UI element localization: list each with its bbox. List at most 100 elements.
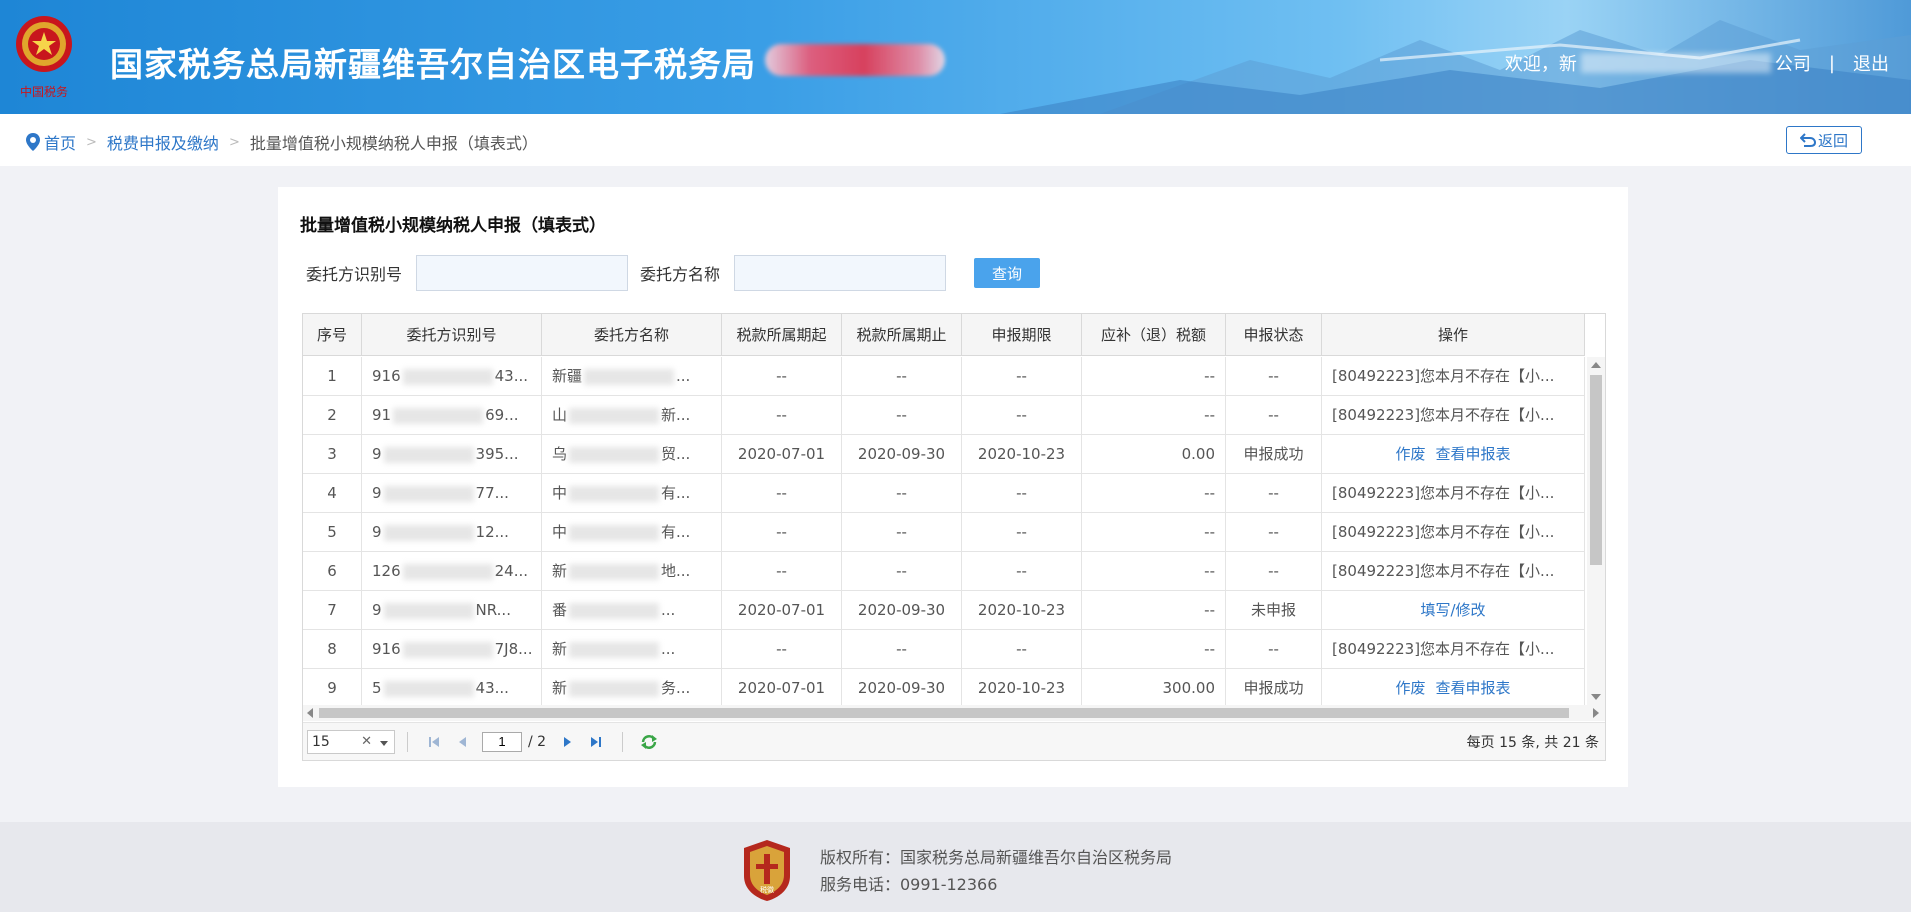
service-phone: 服务电话：0991-12366: [820, 875, 998, 894]
client-name-suffix: ...: [676, 367, 691, 385]
redacted-text: [569, 524, 660, 541]
column-header-period-start: 税款所属期起: [722, 314, 842, 356]
table-row: 1 916 43... 新疆... -- -- -- -- -- [80492223]您本月不存在…: [303, 357, 1585, 396]
table-row: 2 91 69... 山新... -- -- -- -- -- [80492223]您本月不存在【…: [303, 396, 1585, 435]
cell-deadline: --: [962, 396, 1082, 434]
scroll-down-icon[interactable]: [1591, 694, 1601, 700]
client-name-prefix: 新: [552, 562, 568, 580]
cell-client-name: 中 有...: [542, 513, 722, 551]
national-emblem-icon: 中国税务: [16, 16, 72, 99]
client-name-prefix: 乌: [552, 445, 568, 463]
redacted-text: [569, 563, 660, 580]
page-size-value: 15: [312, 733, 330, 750]
pager-divider: [622, 731, 624, 752]
breadcrumb: 首页 > 税费申报及缴纳 > 批量增值税小规模纳税人申报（填表式）: [26, 130, 538, 154]
redacted-text: [569, 407, 660, 424]
scroll-up-icon[interactable]: [1591, 362, 1601, 368]
redacted-text: [383, 485, 474, 502]
redacted-text: [569, 602, 660, 619]
query-button[interactable]: 查询: [974, 258, 1041, 288]
breadcrumb-separator: >: [86, 134, 97, 150]
cell-period-end: 2020-09-30: [842, 591, 962, 629]
svg-text:中国税务: 中国税务: [20, 84, 68, 99]
cell-seq: 6: [303, 552, 362, 590]
cell-client-name: 新 地...: [542, 552, 722, 590]
clear-icon[interactable]: ✕: [361, 734, 372, 749]
redacted-text: [402, 563, 493, 580]
redacted-text: [584, 368, 675, 385]
client-id-suffix: 77...: [475, 484, 509, 502]
client-name-prefix: 中: [552, 484, 568, 502]
grid-header: 序号 委托方识别号 委托方名称 税款所属期起 税款所属期止 申报期限 应补（退）…: [303, 314, 1585, 356]
pagination-bar: 15 ✕ / 2: [303, 722, 1605, 760]
site-title: 国家税务总局新疆维吾尔自治区电子税务局: [110, 45, 756, 84]
cell-period-end: --: [842, 474, 962, 512]
page-size-select[interactable]: 15 ✕: [307, 729, 395, 754]
view-declaration-link[interactable]: 查看申报表: [1436, 679, 1511, 697]
client-name-input[interactable]: [734, 255, 947, 291]
scroll-left-icon[interactable]: [307, 708, 313, 718]
cell-deadline: --: [962, 357, 1082, 395]
error-message: [80492223]您本月不存在【小...: [1322, 630, 1585, 668]
welcome-suffix: 公司: [1774, 54, 1811, 75]
void-link[interactable]: 作废: [1395, 445, 1425, 463]
redacted-text: [393, 407, 484, 424]
footer-text: 版权所有：国家税务总局新疆维吾尔自治区税务局 服务电话：0991-12366: [820, 844, 1172, 898]
grid-body: 1 916 43... 新疆... -- -- -- -- -- [80492223]您本月不存在…: [303, 357, 1585, 705]
cell-deadline: 2020-10-23: [962, 435, 1082, 473]
panel-title: 批量增值税小规模纳税人申报（填表式）: [300, 216, 606, 236]
breadcrumb-home[interactable]: 首页: [44, 130, 76, 154]
fill-edit-link[interactable]: 填写/修改: [1420, 601, 1485, 619]
void-link[interactable]: 作废: [1395, 679, 1425, 697]
welcome-text: 欢迎，新: [1504, 54, 1577, 75]
operation-cell: 填写/修改: [1322, 591, 1585, 629]
chevron-down-icon[interactable]: [380, 740, 388, 746]
cell-period-start: --: [722, 630, 842, 668]
cell-period-start: --: [722, 474, 842, 512]
client-name-prefix: 新: [552, 679, 568, 697]
prev-page-icon: [459, 736, 466, 747]
table-row: 5 9 12... 中有... -- -- -- -- -- [80492223]您本月不存在【小…: [303, 513, 1585, 552]
back-button[interactable]: 返回: [1786, 126, 1862, 154]
cell-tax-amount: --: [1082, 474, 1226, 512]
table-row: 4 9 77... 中有... -- -- -- -- -- [80492223]您本月不存在【小…: [303, 474, 1585, 513]
page-number-input[interactable]: [482, 731, 522, 752]
column-header-client-id: 委托方识别号: [362, 314, 542, 356]
cell-client-id: 91 69...: [362, 396, 542, 434]
client-name-suffix: 新...: [661, 406, 691, 424]
cell-deadline: 2020-10-23: [962, 591, 1082, 629]
prev-page-button[interactable]: [452, 732, 472, 752]
cell-status: --: [1226, 552, 1322, 590]
cell-seq: 3: [303, 435, 362, 473]
first-page-button[interactable]: [424, 732, 444, 752]
cell-seq: 4: [303, 474, 362, 512]
last-page-button[interactable]: [586, 732, 606, 752]
cell-seq: 2: [303, 396, 362, 434]
next-page-icon: [564, 736, 572, 747]
site-header: 中国税务 国家税务总局新疆维吾尔自治区电子税务局 欢迎，新 公司 | 退出: [0, 0, 1911, 114]
vertical-scrollbar[interactable]: [1587, 357, 1605, 705]
logout-link[interactable]: 退出: [1853, 50, 1889, 76]
view-declaration-link[interactable]: 查看申报表: [1436, 445, 1511, 463]
scroll-right-icon[interactable]: [1593, 708, 1599, 718]
breadcrumb-current: 批量增值税小规模纳税人申报（填表式）: [249, 134, 538, 153]
cell-status: --: [1226, 630, 1322, 668]
breadcrumb-tax-filing[interactable]: 税费申报及缴纳: [107, 130, 219, 154]
next-page-button[interactable]: [558, 732, 578, 752]
cell-status: 申报成功: [1226, 435, 1322, 473]
total-pages: / 2: [528, 733, 547, 750]
cell-client-name: 乌 贸...: [542, 435, 722, 473]
cell-period-start: 2020-07-01: [722, 669, 842, 705]
cell-tax-amount: --: [1082, 396, 1226, 434]
cell-deadline: --: [962, 513, 1082, 551]
horizontal-scrollbar[interactable]: [303, 705, 1605, 721]
refresh-button[interactable]: [639, 732, 659, 752]
horizontal-scroll-thumb[interactable]: [319, 708, 1569, 718]
cell-deadline: 2020-10-23: [962, 669, 1082, 705]
tax-badge-logo-icon: 税徽: [744, 840, 790, 901]
vertical-scroll-thumb[interactable]: [1590, 375, 1602, 565]
cell-period-start: --: [722, 396, 842, 434]
cell-tax-amount: 300.00: [1082, 669, 1226, 705]
cell-seq: 1: [303, 357, 362, 395]
client-id-input[interactable]: [416, 255, 629, 291]
